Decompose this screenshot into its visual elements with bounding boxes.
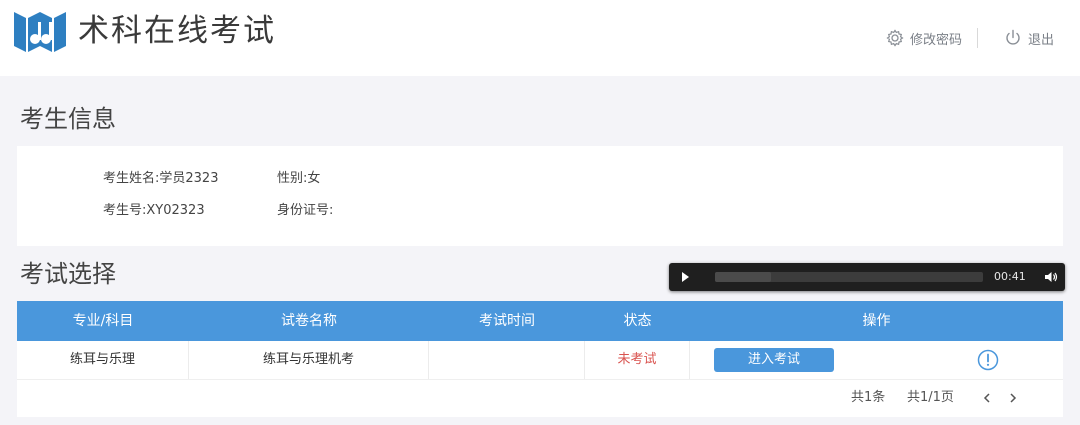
audio-player: 00:41 (669, 263, 1065, 291)
divider (977, 28, 978, 48)
column-paper: 试卷名称 (281, 313, 337, 329)
candidate-id: 考生号:XY02323 (103, 202, 205, 220)
change-password-label: 修改密码 (910, 32, 963, 48)
candidate-gender: 性别:女 (277, 170, 320, 188)
candidate-info-title: 考生信息 (20, 105, 116, 133)
audio-time: 00:41 (994, 270, 1026, 283)
volume-icon[interactable] (1044, 270, 1058, 284)
column-actions: 操作 (862, 313, 891, 329)
app-title: 术科在线考试 (78, 13, 276, 49)
top-bar: 术科在线考试 修改密码 退出 (0, 0, 1080, 76)
pagination-pages: 共1/1页 (907, 390, 954, 405)
candidate-name-value: 学员2323 (159, 171, 219, 186)
candidate-idcard-label: 身份证号: (277, 203, 334, 218)
candidate-id-label: 考生号: (103, 203, 147, 218)
candidate-gender-label: 性别: (277, 171, 308, 186)
exclamation-icon[interactable] (977, 349, 999, 371)
exam-selection-title: 考试选择 (20, 260, 116, 288)
enter-exam-button[interactable]: 进入考试 (714, 348, 834, 372)
change-password-button[interactable]: 修改密码 (886, 26, 962, 50)
audio-progress-bar[interactable] (715, 272, 983, 282)
cell-subject: 练耳与乐理 (17, 341, 189, 379)
chevron-right-icon[interactable] (1006, 391, 1020, 405)
candidate-info-card: 考生姓名:学员2323 性别:女 考生号:XY02323 身份证号: (17, 146, 1063, 246)
column-time: 考试时间 (479, 313, 535, 329)
candidate-idcard: 身份证号: (277, 202, 333, 220)
exam-table-header: 专业/科目 试卷名称 考试时间 状态 操作 (17, 301, 1063, 341)
pagination: 共1条 共1/1页 (17, 379, 1063, 417)
app-logo-icon (14, 12, 66, 52)
column-subject: 专业/科目 (72, 313, 134, 329)
play-icon[interactable] (677, 269, 693, 285)
column-status: 状态 (623, 313, 652, 329)
logout-label: 退出 (1028, 32, 1055, 48)
gear-icon (886, 29, 904, 47)
logout-button[interactable]: 退出 (1004, 26, 1054, 50)
cell-status: 未考试 (585, 341, 690, 379)
candidate-gender-value: 女 (307, 171, 321, 186)
power-icon (1006, 29, 1020, 45)
cell-time (429, 341, 585, 379)
candidate-name: 考生姓名:学员2323 (103, 170, 218, 188)
cell-paper: 练耳与乐理机考 (189, 341, 429, 379)
chevron-left-icon[interactable] (980, 391, 994, 405)
candidate-name-label: 考生姓名: (103, 171, 160, 186)
pagination-total: 共1条 (851, 390, 886, 405)
candidate-id-value: XY02323 (146, 203, 205, 218)
audio-progress-fill (715, 272, 772, 282)
table-row: 练耳与乐理 练耳与乐理机考 未考试 进入考试 (17, 341, 1063, 379)
